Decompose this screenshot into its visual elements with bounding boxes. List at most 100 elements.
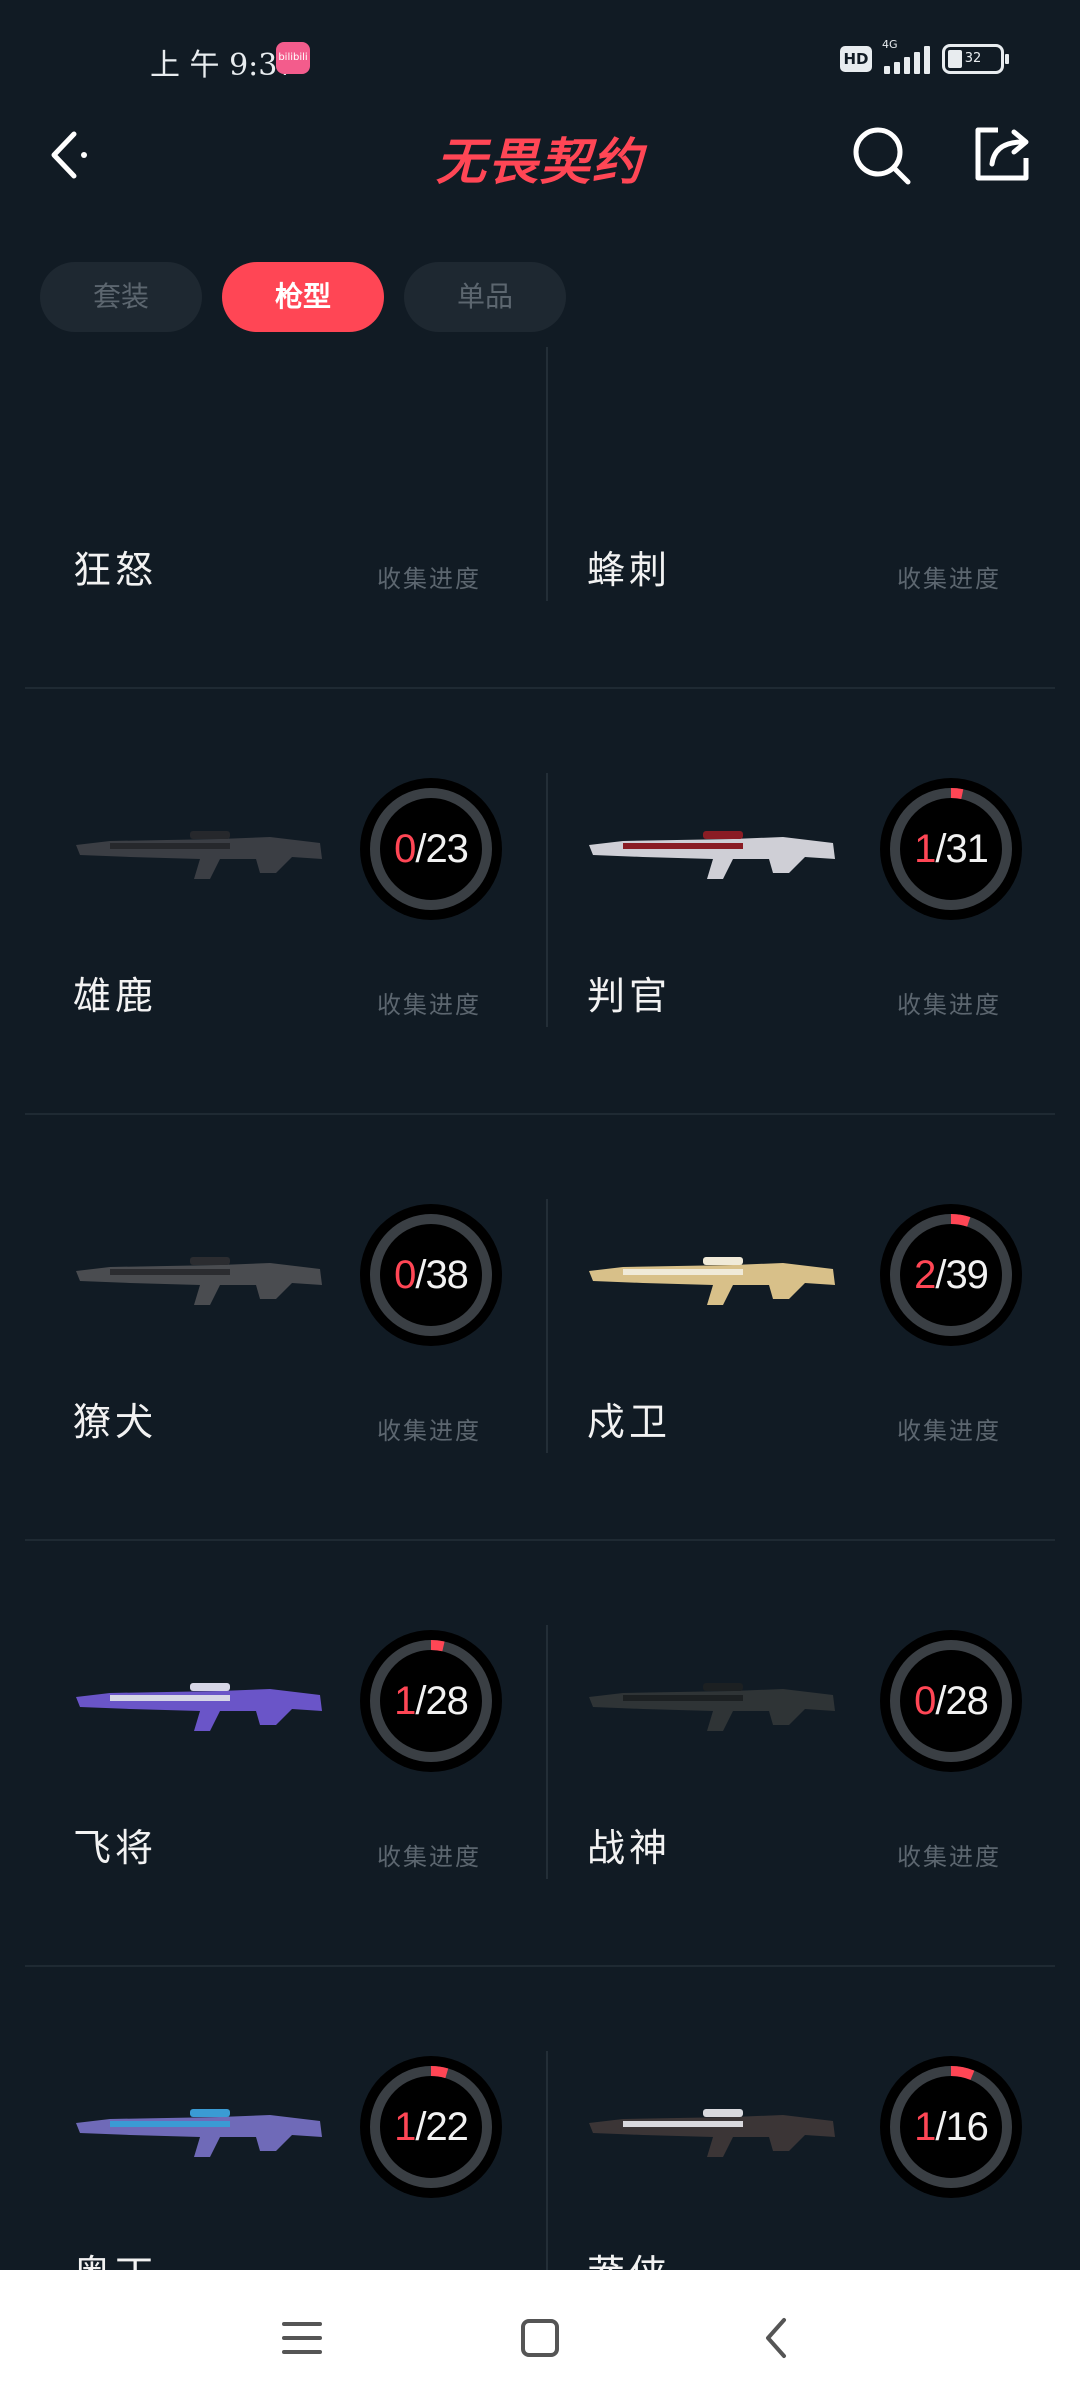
weapon-name: 飞将 (73, 1826, 158, 1870)
weapon-row: 0/23 雄鹿 收集进度 1/31 判官 收集进度 (25, 689, 1055, 1115)
progress-label: 收集进度 (377, 1843, 481, 1871)
weapon-row: 1/22奥丁收集进度1/16莽侠收集进度 (25, 1967, 1055, 2270)
collected-count: 1 (914, 2105, 936, 2149)
progress-label: 收集进度 (377, 1417, 481, 1445)
weapon-list: 狂怒 收集进度 蜂刺 收集进度 0/23 雄鹿 收集进度 1/31 判官 收集进度 0/38 獠犬 收集… (0, 345, 1080, 2270)
progress-label: 收集进度 (897, 1843, 1001, 1871)
battery-icon: 32 (942, 44, 1009, 74)
share-button[interactable] (972, 122, 1034, 184)
weapon-name: 战神 (587, 1826, 672, 1870)
column-divider (546, 1199, 548, 1453)
app-screen: 上 午 9:37 bilibili HD 4G 32 无畏契约 套装 枪型 单品… (0, 0, 1080, 2400)
collected-count: 0 (914, 1679, 936, 1723)
category-tabs: 套装 枪型 单品 (40, 262, 566, 332)
tab-suits[interactable]: 套装 (40, 262, 202, 332)
weapon-card[interactable]: 蜂刺 收集进度 (545, 345, 1060, 687)
progress-label: 收集进度 (897, 991, 1001, 1019)
collected-count: 1 (394, 1679, 416, 1723)
weapon-card[interactable]: 狂怒 收集进度 (25, 345, 540, 687)
weapon-image (589, 831, 835, 879)
share-icon (975, 127, 1029, 181)
weapon-image (76, 1257, 322, 1305)
collected-count: 1 (914, 827, 936, 871)
total-count: 39 (945, 1253, 988, 1297)
weapon-card[interactable]: 0/23 雄鹿 收集进度 (25, 689, 540, 1113)
tab-weapon-types[interactable]: 枪型 (222, 262, 384, 332)
weapon-grid: 狂怒 收集进度 蜂刺 收集进度 0/23 雄鹿 收集进度 1/31 判官 收集进度 0/38 獠犬 收集… (25, 345, 1055, 2270)
signal-icon: 4G (882, 38, 930, 74)
weapon-row: 1/28 飞将 收集进度 0/28 战神 收集进度 (25, 1541, 1055, 1967)
header: 无畏契约 (0, 110, 1080, 200)
weapon-image (589, 2109, 835, 2157)
weapon-name: 奥丁 (73, 2243, 157, 2270)
collection-count: 2/39 (880, 1204, 1022, 1346)
weapon-name: 蜂刺 (587, 548, 672, 592)
collection-count: 1/16 (880, 2056, 1022, 2198)
count-separator: / (935, 2105, 946, 2149)
total-count: 28 (945, 1679, 988, 1723)
weapon-row: 0/38 獠犬 收集进度 2/39 戍卫 收集进度 (25, 1115, 1055, 1541)
search-button[interactable] (850, 124, 914, 188)
menu-icon (282, 2322, 322, 2354)
home-square-icon (521, 2319, 559, 2357)
weapon-name: 獠犬 (73, 1400, 158, 1444)
hd-badge: HD (840, 46, 872, 72)
page-title: 无畏契约 (436, 133, 644, 191)
weapon-card[interactable]: 1/28 飞将 收集进度 (25, 1541, 540, 1965)
collection-count: 0/38 (360, 1204, 502, 1346)
column-divider (546, 773, 548, 1027)
menu-button[interactable] (272, 2308, 332, 2368)
count-separator: / (415, 827, 426, 871)
weapon-card[interactable]: 1/22 奥丁收集进度 (25, 1967, 540, 2270)
weapon-card[interactable]: 2/39 戍卫 收集进度 (545, 1115, 1060, 1539)
status-indicators: HD 4G 32 (840, 38, 1009, 76)
count-separator: / (935, 1679, 946, 1723)
collection-count: 1/31 (880, 778, 1022, 920)
collection-count: 0/28 (880, 1630, 1022, 1772)
progress-label: 收集进度 (377, 565, 481, 593)
weapon-card[interactable]: 1/31 判官 收集进度 (545, 689, 1060, 1113)
status-time: 上 午 9:37 (150, 48, 297, 83)
weapon-name: 判官 (587, 974, 672, 1018)
progress-label: 收集进度 (377, 991, 481, 1019)
collection-count: 0/23 (360, 778, 502, 920)
count-separator: / (935, 1253, 946, 1297)
home-button[interactable] (510, 2308, 570, 2368)
system-nav-bar (0, 2270, 1080, 2400)
collected-count: 2 (914, 1253, 936, 1297)
count-separator: / (415, 1253, 426, 1297)
weapon-image (76, 1683, 322, 1731)
progress-label: 收集进度 (377, 2263, 481, 2270)
total-count: 22 (425, 2105, 468, 2149)
weapon-name: 雄鹿 (73, 974, 158, 1018)
column-divider (546, 2051, 548, 2270)
tab-single-items[interactable]: 单品 (404, 262, 566, 332)
weapon-image (589, 1683, 835, 1731)
progress-label: 收集进度 (897, 565, 1001, 593)
weapon-image (76, 831, 322, 879)
weapon-row: 狂怒 收集进度 蜂刺 收集进度 (25, 345, 1055, 689)
back-triangle-icon (766, 2318, 786, 2358)
nav-back-button[interactable] (748, 2308, 808, 2368)
weapon-name: 莽侠 (587, 2243, 671, 2270)
search-icon (853, 127, 911, 185)
collected-count: 0 (394, 827, 416, 871)
collected-count: 0 (394, 1253, 416, 1297)
progress-label: 收集进度 (897, 1417, 1001, 1445)
status-bar: 上 午 9:37 bilibili HD 4G 32 (0, 0, 1080, 120)
weapon-image (76, 2109, 322, 2157)
weapon-card[interactable]: 1/16 莽侠收集进度 (545, 1967, 1060, 2270)
weapon-name: 戍卫 (587, 1400, 672, 1444)
total-count: 23 (425, 827, 468, 871)
weapon-name: 狂怒 (73, 548, 158, 592)
total-count: 38 (425, 1253, 468, 1297)
weapon-card[interactable]: 0/28 战神 收集进度 (545, 1541, 1060, 1965)
network-type: 4G (882, 38, 898, 51)
collection-count: 1/28 (360, 1630, 502, 1772)
bilibili-app-icon: bilibili (276, 42, 310, 74)
total-count: 16 (945, 2105, 988, 2149)
battery-level: 32 (964, 51, 982, 66)
weapon-image (589, 1257, 835, 1305)
weapon-card[interactable]: 0/38 獠犬 收集进度 (25, 1115, 540, 1539)
column-divider (546, 347, 548, 601)
